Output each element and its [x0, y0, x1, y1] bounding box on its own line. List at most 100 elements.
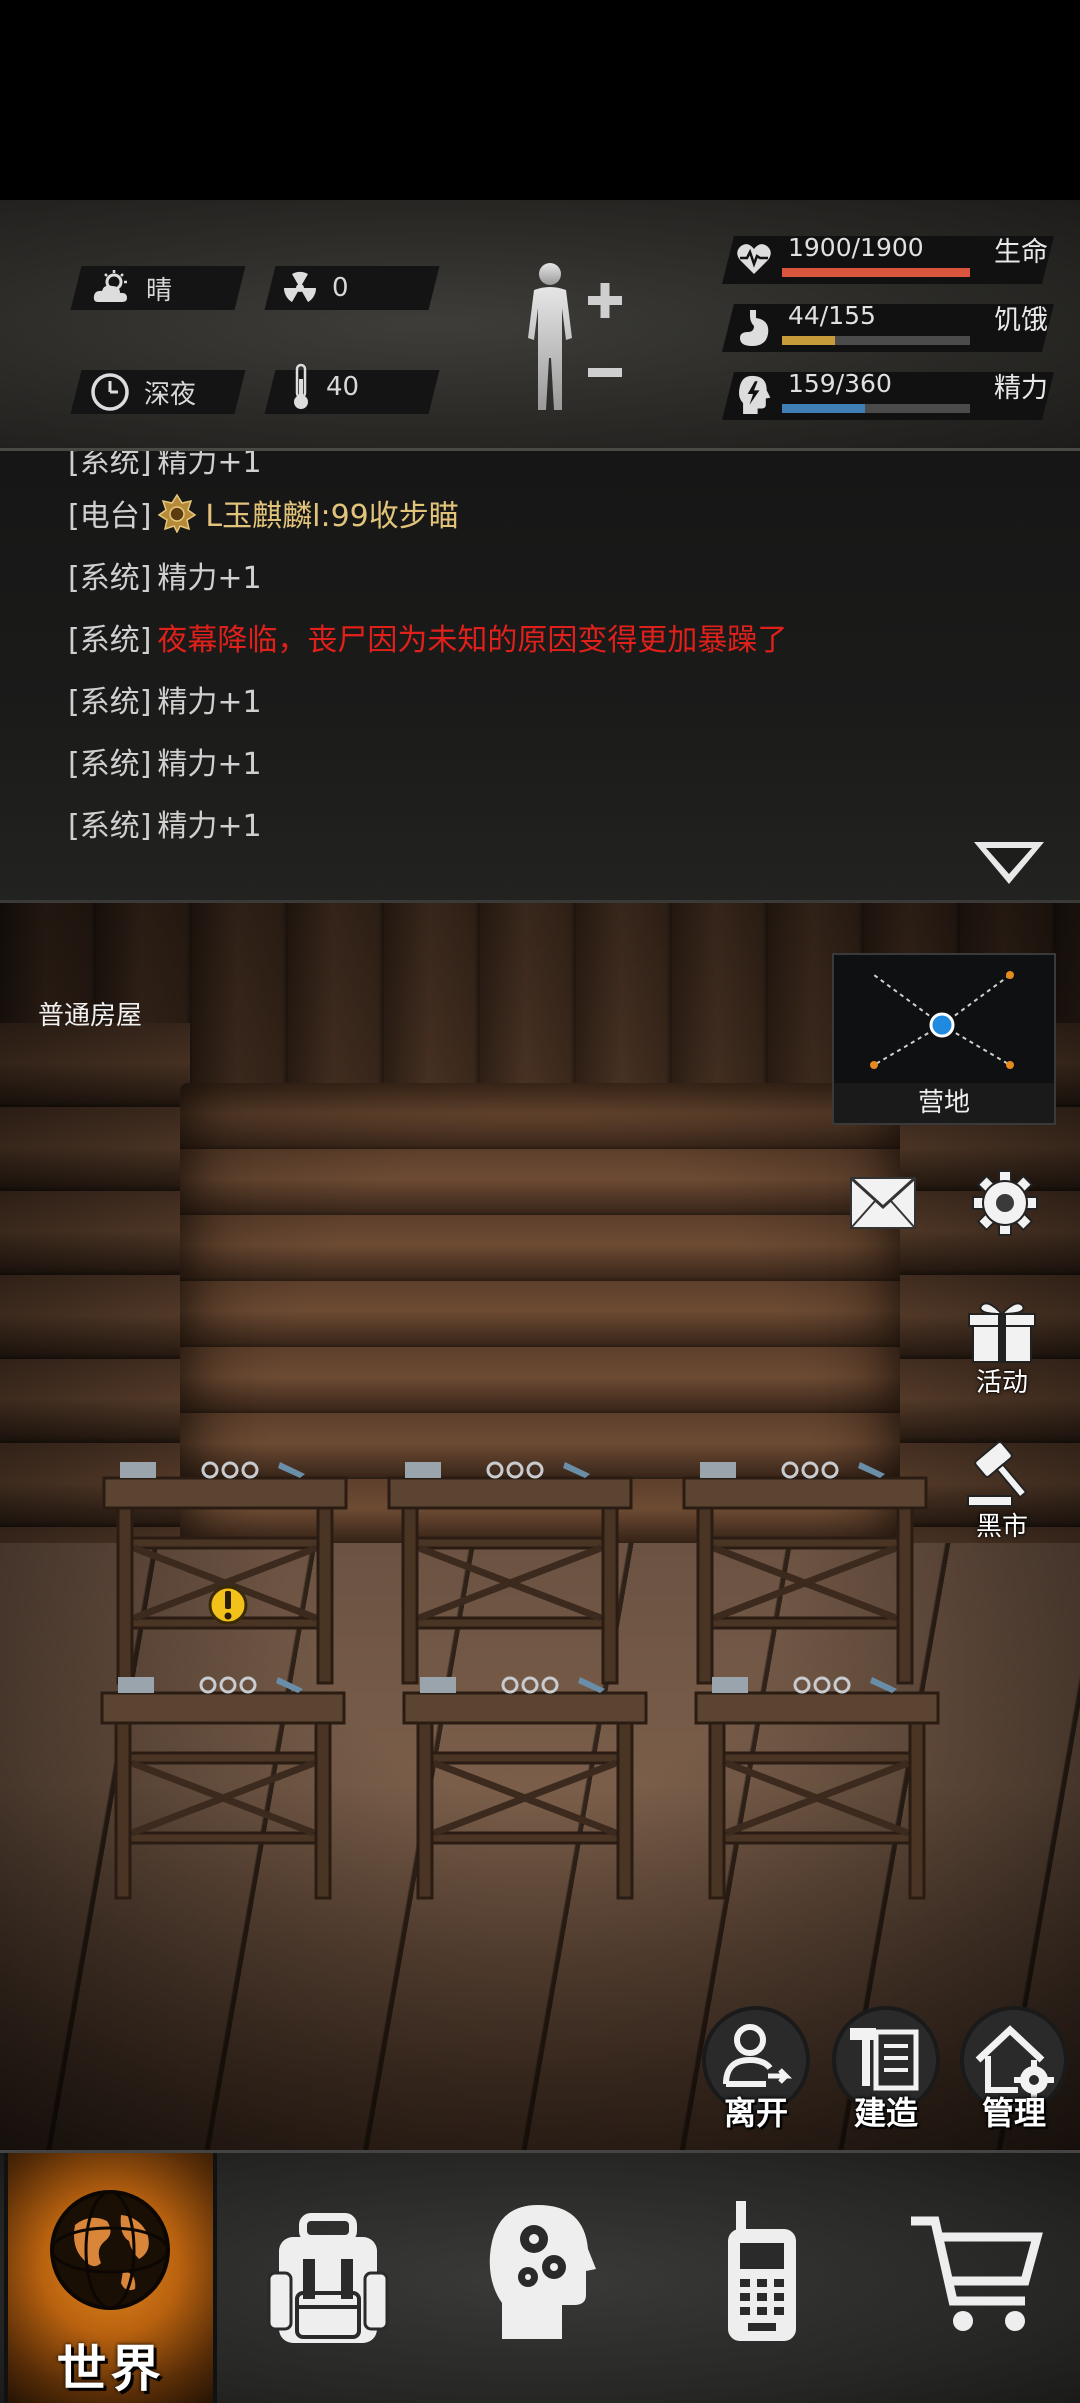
camp-minimap[interactable]: 营地: [832, 953, 1056, 1125]
workbench-icon: [387, 1461, 633, 1685]
radiation-icon: [283, 271, 317, 302]
log-tag: [系统]: [68, 623, 152, 658]
log-line: [系统] 精力+1: [68, 739, 262, 783]
exclamation-icon: [208, 1585, 248, 1625]
log-tag: [系统]: [68, 747, 152, 782]
hunger-bar: [782, 336, 970, 345]
energy-bar: [782, 404, 970, 413]
energy-label: 精力: [994, 373, 1048, 404]
workbench-icon: [100, 1676, 346, 1900]
leave-button[interactable]: 离开: [702, 2006, 810, 2132]
log-tag: [系统]: [68, 561, 152, 596]
workbench-icon: [682, 1461, 928, 1685]
weather-indicator: 晴: [92, 266, 172, 310]
health-bar: [782, 268, 970, 277]
room-scene: 普通房屋 营地 活动 黑市 离开 建造 管理: [0, 903, 1080, 2150]
message-log[interactable]: [系统] 精力+1 [电台] L玉麒麟l:99收步瞄 [系统] 精力+1 [系统…: [0, 451, 1080, 903]
activity-label: 活动: [975, 1368, 1028, 1398]
hunger-label: 饥饿: [994, 305, 1048, 336]
workbench[interactable]: [100, 1458, 350, 1688]
workbench[interactable]: [98, 1673, 348, 1903]
energy-value: 159/360: [788, 369, 892, 398]
log-text: 精力+1: [157, 747, 262, 782]
black-market-button[interactable]: 黑市: [962, 1438, 1042, 1548]
log-line: [系统] 精力+1: [68, 553, 262, 597]
mail-button[interactable]: [848, 1175, 918, 1231]
envelope-icon: [849, 1176, 917, 1229]
workbench-icon: [402, 1676, 648, 1900]
health-bar-fill: [782, 268, 970, 277]
temperature-value: 40: [326, 372, 360, 402]
log-text: 精力+1: [157, 561, 262, 596]
black-market-label: 黑市: [975, 1512, 1028, 1542]
log-text: 精力+1: [157, 685, 262, 720]
auction-hammer-icon: [967, 1441, 1028, 1507]
nav-world[interactable]: 世界: [4, 2153, 217, 2403]
log-tag: [系统]: [68, 685, 152, 720]
build-button[interactable]: 建造: [832, 2006, 940, 2132]
nav-backpack[interactable]: [225, 2153, 430, 2403]
manage-label: 管理: [981, 2094, 1046, 2132]
gift-icon: [968, 1302, 1036, 1363]
log-line: [系统] 夜幕降临，丧尸因为未知的原因变得更加暴躁了: [68, 615, 787, 659]
leave-label: 离开: [723, 2094, 788, 2132]
radiation-value: 0: [332, 273, 349, 303]
log-line: [系统] 精力+1: [68, 801, 262, 845]
log-text: 精力+1: [157, 809, 262, 844]
minimap-label: 营地: [834, 1083, 1054, 1123]
workbench[interactable]: [400, 1673, 650, 1903]
temperature-indicator: 40: [290, 363, 360, 409]
collapse-log-button[interactable]: [972, 838, 1046, 888]
weather-text: 晴: [146, 275, 173, 306]
workbench[interactable]: [680, 1458, 930, 1688]
log-line: [电台] L玉麒麟l:99收步瞄: [68, 491, 459, 535]
backpack-icon: [267, 2213, 389, 2343]
health-value: 1900/1900: [788, 233, 924, 262]
log-line: [系统] 精力+1: [68, 451, 262, 481]
nav-world-label: 世界: [56, 2340, 165, 2398]
gear-icon: [972, 1170, 1038, 1236]
manage-button[interactable]: 管理: [960, 2006, 1068, 2132]
build-label: 建造: [853, 2094, 918, 2132]
workbench[interactable]: [385, 1458, 635, 1688]
log-line: [系统] 精力+1: [68, 677, 262, 721]
log-text: 夜幕降临，丧尸因为未知的原因变得更加暴躁了: [157, 623, 788, 658]
radiation-indicator: 0: [282, 266, 349, 310]
radio-icon: [728, 2201, 796, 2341]
status-panel: 晴 0 深夜 40 1900/1900 生命 44/155 饥饿 159/360…: [0, 200, 1080, 451]
vip-badge-icon: [158, 493, 197, 533]
heart-rate-icon: [737, 244, 771, 274]
shopping-cart-icon: [911, 2216, 1043, 2331]
nav-skills[interactable]: [440, 2153, 645, 2403]
log-tag: [系统]: [68, 809, 152, 844]
thermometer-icon: [294, 363, 308, 409]
activity-button[interactable]: 活动: [962, 1298, 1042, 1408]
workbench-icon: [694, 1676, 940, 1900]
log-text: 精力+1: [157, 451, 262, 480]
log-text: L玉麒麟l:99收步瞄: [205, 499, 459, 534]
chevron-down-icon: [974, 842, 1044, 884]
settings-button[interactable]: [970, 1165, 1040, 1241]
body-status-button[interactable]: [520, 260, 630, 420]
log-tag: [电台]: [68, 499, 152, 534]
log-tag: [系统]: [68, 451, 152, 480]
health-label: 生命: [994, 237, 1048, 268]
energy-bar-fill: [782, 404, 866, 413]
head-gears-icon: [489, 2205, 596, 2339]
human-body-icon: [528, 263, 622, 410]
globe-icon: [50, 2190, 170, 2310]
weather-sun-cloud-icon: [93, 270, 127, 302]
bottom-navigation: 世界: [0, 2150, 1080, 2403]
nav-shop[interactable]: [875, 2153, 1080, 2403]
nav-radio[interactable]: [660, 2153, 865, 2403]
alert-marker[interactable]: [208, 1583, 248, 1627]
top-black-bar: [0, 0, 1080, 200]
hunger-value: 44/155: [788, 301, 876, 330]
energy-head-icon: [739, 375, 771, 414]
workbench[interactable]: [692, 1673, 942, 1903]
workbench-icon: [102, 1461, 348, 1685]
map-network-icon: [870, 971, 1014, 1069]
hunger-bar-fill: [782, 336, 836, 345]
time-indicator: 深夜: [90, 370, 196, 414]
stomach-icon: [740, 310, 769, 346]
